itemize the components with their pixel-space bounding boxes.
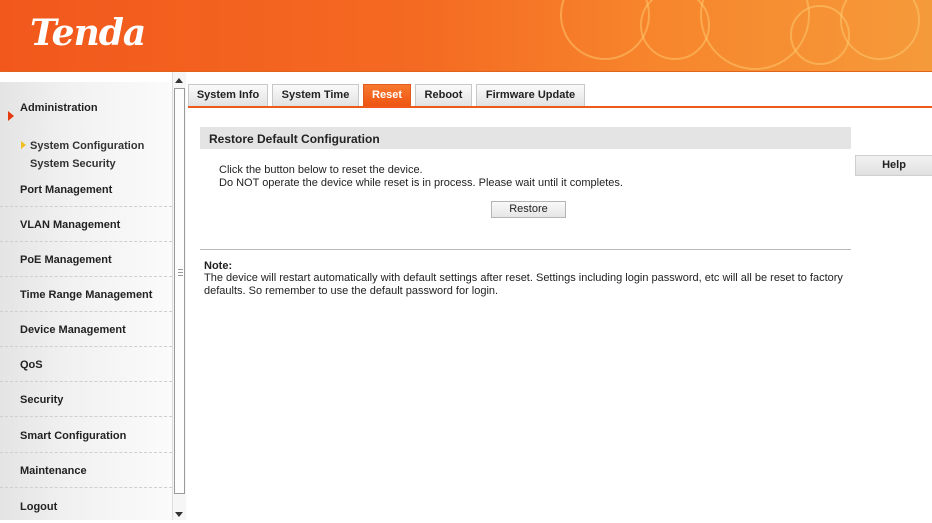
scroll-thumb[interactable] xyxy=(174,88,185,494)
sidebar-item-maintenance[interactable]: Maintenance xyxy=(0,453,172,488)
restore-button[interactable]: Restore xyxy=(491,201,566,218)
sidebar-item-vlan-management[interactable]: VLAN Management xyxy=(0,207,172,242)
sidebar-scrollbar[interactable] xyxy=(172,72,186,520)
note-label: Note: xyxy=(204,260,233,272)
sidebar-item-administration[interactable]: Administration xyxy=(0,90,172,124)
warning-text: Do NOT operate the device while reset is… xyxy=(219,177,623,189)
instruction-text: Click the button below to reset the devi… xyxy=(219,164,423,176)
tab-underline xyxy=(188,106,932,108)
sidebar-item-system-configuration[interactable]: System Configuration xyxy=(0,138,172,154)
help-button[interactable]: Help xyxy=(855,155,932,176)
grip-icon xyxy=(178,269,183,276)
scroll-up-icon[interactable] xyxy=(175,78,183,83)
tab-firmware-update[interactable]: Firmware Update xyxy=(476,84,585,106)
sidebar-item-port-management[interactable]: Port Management xyxy=(0,172,172,207)
tenda-logo: Tenda xyxy=(30,12,146,54)
note-text: The device will restart automatically wi… xyxy=(204,272,843,284)
banner-decoration xyxy=(840,0,920,60)
tab-reset[interactable]: Reset xyxy=(363,84,411,106)
sidebar-item-time-range-management[interactable]: Time Range Management xyxy=(0,277,172,312)
sidebar-item-logout[interactable]: Logout xyxy=(0,488,172,523)
scroll-down-icon[interactable] xyxy=(175,512,183,517)
sidebar-item-poe-management[interactable]: PoE Management xyxy=(0,242,172,277)
sidebar: Administration System Configuration Syst… xyxy=(0,82,172,520)
tab-reboot[interactable]: Reboot xyxy=(415,84,472,106)
sidebar-item-system-security[interactable]: System Security xyxy=(0,156,172,172)
banner-decoration xyxy=(560,0,650,60)
section-title: Restore Default Configuration xyxy=(209,132,380,146)
tab-system-time[interactable]: System Time xyxy=(272,84,359,106)
section-header: Restore Default Configuration xyxy=(200,127,851,149)
tab-system-info[interactable]: System Info xyxy=(188,84,268,106)
sidebar-item-smart-configuration[interactable]: Smart Configuration xyxy=(0,418,172,453)
sidebar-item-qos[interactable]: QoS xyxy=(0,347,172,382)
divider xyxy=(200,249,851,250)
sidebar-item-security[interactable]: Security xyxy=(0,382,172,417)
sidebar-item-device-management[interactable]: Device Management xyxy=(0,312,172,347)
note-text: defaults. So remember to use the default… xyxy=(204,285,499,297)
header-banner: Tenda xyxy=(0,0,932,72)
